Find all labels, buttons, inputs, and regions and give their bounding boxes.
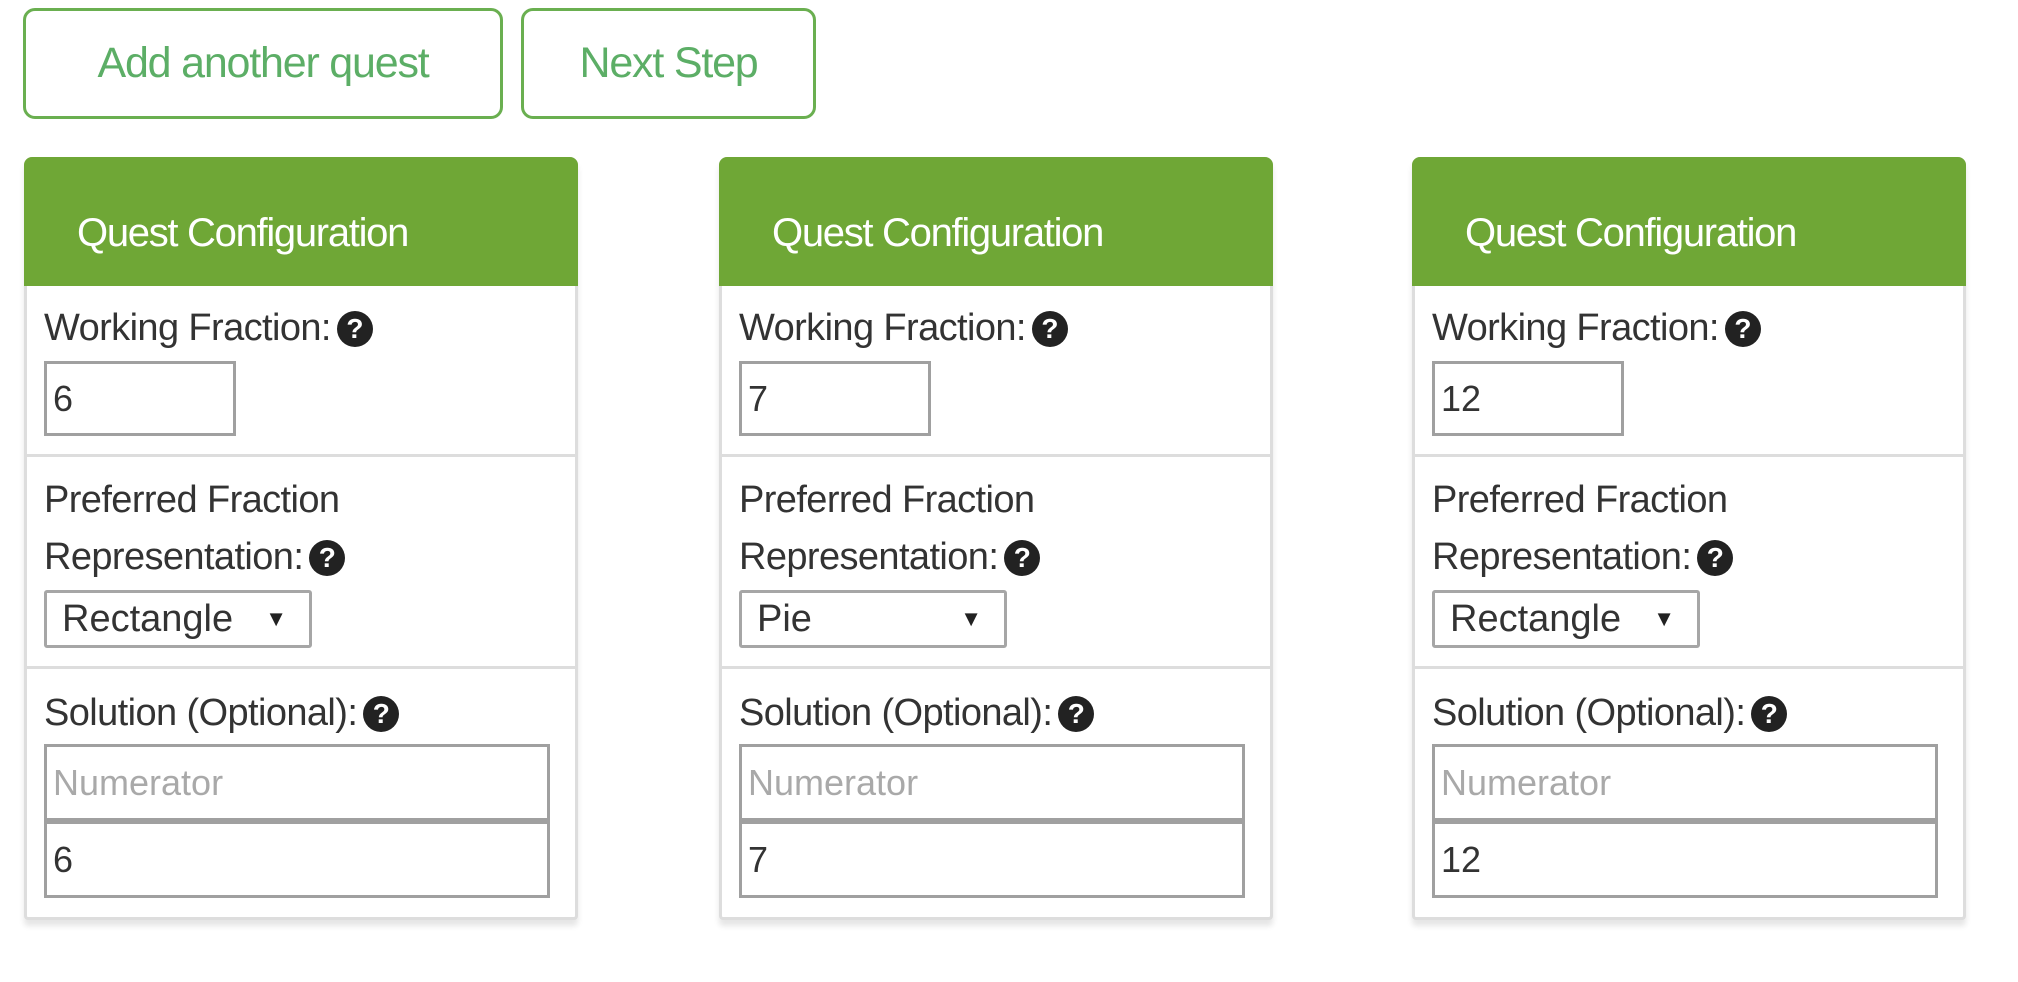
solution-label-text: Solution (Optional): (739, 692, 1053, 734)
representation-section: Preferred Fraction Representation:? Rect… (1415, 457, 1963, 669)
representation-selected-value: Rectangle (62, 598, 234, 640)
question-circle-icon[interactable]: ? (1724, 311, 1761, 347)
question-circle-icon[interactable]: ? (1004, 540, 1041, 576)
working-fraction-section: Working Fraction:? (1415, 286, 1963, 457)
representation-selected-value: Pie (757, 598, 812, 640)
working-fraction-input[interactable] (1432, 361, 1624, 436)
representation-label-text: Preferred Fraction Representation: (739, 479, 1035, 578)
working-fraction-label: Working Fraction:? (739, 286, 1270, 357)
representation-label-text: Preferred Fraction Representation: (1432, 479, 1728, 578)
representation-label-text: Preferred Fraction Representation: (44, 479, 340, 578)
question-circle-icon[interactable]: ? (1031, 311, 1068, 347)
quest-card-title: Quest Configuration (719, 157, 1273, 286)
quest-card-title: Quest Configuration (24, 157, 578, 286)
question-circle-icon[interactable]: ? (1751, 696, 1788, 732)
working-fraction-label-text: Working Fraction: (44, 307, 331, 349)
representation-select[interactable]: Rectangle ▼ (1432, 590, 1700, 648)
representation-label: Preferred Fraction Representation:? (44, 457, 464, 586)
working-fraction-section: Working Fraction:? (27, 286, 575, 457)
representation-selected-value: Rectangle (1450, 598, 1622, 640)
working-fraction-label-text: Working Fraction: (739, 307, 1026, 349)
denominator-input[interactable] (44, 821, 550, 898)
add-another-quest-button[interactable]: Add another quest (23, 8, 503, 119)
denominator-input[interactable] (1432, 821, 1938, 898)
working-fraction-label-text: Working Fraction: (1432, 307, 1719, 349)
representation-select[interactable]: Pie ▼ (739, 590, 1007, 648)
denominator-input[interactable] (739, 821, 1245, 898)
caret-down-icon: ▼ (1653, 606, 1675, 631)
working-fraction-label: Working Fraction:? (44, 286, 575, 357)
solution-label-text: Solution (Optional): (1432, 692, 1746, 734)
caret-down-icon: ▼ (960, 606, 982, 631)
numerator-input[interactable] (1432, 744, 1938, 822)
solution-section: Solution (Optional):? (1415, 669, 1963, 917)
quest-card: Quest Configuration Working Fraction:? P… (719, 157, 1273, 920)
solution-section: Solution (Optional):? (722, 669, 1270, 917)
representation-section: Preferred Fraction Representation:? Rect… (27, 457, 575, 669)
solution-label: Solution (Optional):? (44, 669, 575, 742)
next-step-button[interactable]: Next Step (521, 8, 816, 119)
solution-label: Solution (Optional):? (739, 669, 1270, 742)
quest-card-title: Quest Configuration (1412, 157, 1966, 286)
representation-label: Preferred Fraction Representation:? (739, 457, 1159, 586)
question-circle-icon[interactable]: ? (309, 540, 346, 576)
representation-section: Preferred Fraction Representation:? Pie … (722, 457, 1270, 669)
numerator-input[interactable] (739, 744, 1245, 822)
question-circle-icon[interactable]: ? (1697, 540, 1734, 576)
working-fraction-input[interactable] (739, 361, 931, 436)
question-circle-icon[interactable]: ? (363, 696, 400, 732)
solution-section: Solution (Optional):? (27, 669, 575, 917)
working-fraction-label: Working Fraction:? (1432, 286, 1963, 357)
question-circle-icon[interactable]: ? (1058, 696, 1095, 732)
representation-label: Preferred Fraction Representation:? (1432, 457, 1852, 586)
question-circle-icon[interactable]: ? (336, 311, 373, 347)
working-fraction-section: Working Fraction:? (722, 286, 1270, 457)
solution-label: Solution (Optional):? (1432, 669, 1963, 742)
representation-select[interactable]: Rectangle ▼ (44, 590, 312, 648)
quest-card: Quest Configuration Working Fraction:? P… (1412, 157, 1966, 920)
working-fraction-input[interactable] (44, 361, 236, 436)
solution-label-text: Solution (Optional): (44, 692, 358, 734)
numerator-input[interactable] (44, 744, 550, 822)
caret-down-icon: ▼ (265, 606, 287, 631)
quest-card: Quest Configuration Working Fraction:? P… (24, 157, 578, 920)
